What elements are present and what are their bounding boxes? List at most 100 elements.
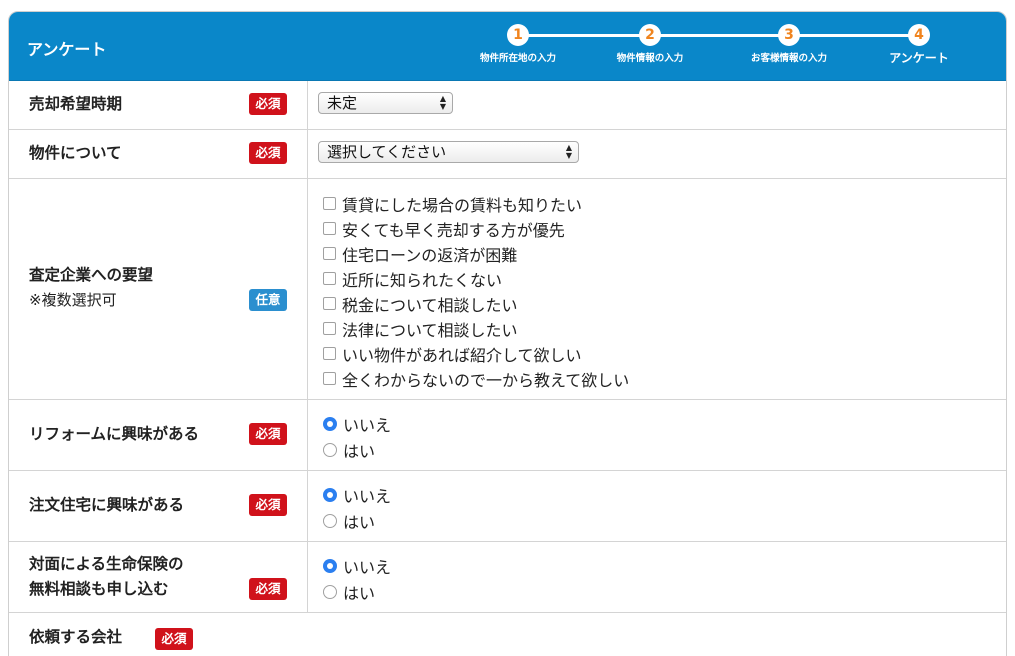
row-requests: 査定企業への要望 ※複数選択可 任意 賃貸にした場合の賃料も知りたい 安くても早… <box>9 179 1006 400</box>
request-option-label: 全くわからないので一から教えて欲しい <box>342 370 630 390</box>
checkbox[interactable] <box>323 297 336 310</box>
sale-timing-label: 売却希望時期 <box>29 95 123 113</box>
row-sale-timing: 売却希望時期 必須 未定 ▲ ▼ <box>9 81 1006 130</box>
property-label: 物件について <box>29 144 122 162</box>
request-option-label: 近所に知られたくない <box>342 270 503 290</box>
reform-label: リフォームに興味がある <box>29 425 200 443</box>
sale-timing-selected-value: 未定 <box>327 94 358 112</box>
reform-radio-group: いいえ はい <box>323 411 391 463</box>
requests-label-main: 査定企業への要望 <box>29 266 154 284</box>
radio-option-yes[interactable]: はい <box>323 579 391 605</box>
request-option-label: 賃貸にした場合の賃料も知りたい <box>342 195 583 215</box>
required-badge: 必須 <box>155 628 193 650</box>
step-2: 2 物件情報の入力 <box>590 24 710 64</box>
required-badge: 必須 <box>249 578 287 600</box>
radio-button[interactable] <box>323 488 337 502</box>
radio-label: はい <box>343 442 376 461</box>
form-header: アンケート 1 物件所在地の入力 2 物件情報の入力 3 お客様情報の入力 4 … <box>9 12 1006 81</box>
row-label-cell: 対面による生命保険の 無料相談も申し込む 必須 <box>9 542 308 612</box>
checkbox[interactable] <box>323 372 336 385</box>
radio-label: いいえ <box>343 416 392 435</box>
checkbox[interactable] <box>323 197 336 210</box>
required-badge: 必須 <box>249 423 287 445</box>
step-2-number: 2 <box>639 24 661 46</box>
requests-label: 査定企業への要望 ※複数選択可 <box>29 263 153 313</box>
insurance-radio-group: いいえ はい <box>323 553 391 605</box>
step-3-number: 3 <box>778 24 800 46</box>
request-option-label: 安くても早く売却する方が優先 <box>342 220 565 240</box>
insurance-label-line1: 対面による生命保険の <box>29 555 184 573</box>
row-field-cell: 未定 ▲ ▼ <box>308 81 1006 129</box>
radio-option-no[interactable]: いいえ <box>323 411 391 437</box>
property-select[interactable]: 選択してください ▲ ▼ <box>318 141 579 163</box>
step-1-label: 物件所在地の入力 <box>479 53 556 64</box>
radio-label: いいえ <box>343 487 392 506</box>
radio-option-no[interactable]: いいえ <box>323 553 391 579</box>
required-badge: 必須 <box>249 494 287 516</box>
optional-badge: 任意 <box>249 289 287 311</box>
radio-button[interactable] <box>323 443 337 457</box>
checkbox[interactable] <box>323 272 336 285</box>
sale-timing-select[interactable]: 未定 ▲ ▼ <box>318 92 453 114</box>
radio-button[interactable] <box>323 559 337 573</box>
request-option[interactable]: 安くても早く売却する方が優先 <box>323 216 629 241</box>
radio-button[interactable] <box>323 585 337 599</box>
row-label-cell: 物件について 必須 <box>9 130 308 178</box>
row-field-cell: いいえ はい <box>308 471 1006 541</box>
checkbox[interactable] <box>323 222 336 235</box>
step-3-label: お客様情報の入力 <box>750 53 827 64</box>
radio-label: いいえ <box>343 558 392 577</box>
step-2-label: 物件情報の入力 <box>616 53 684 64</box>
checkbox[interactable] <box>323 347 336 360</box>
progress-steps: 1 物件所在地の入力 2 物件情報の入力 3 お客様情報の入力 4 アンケート <box>9 12 1006 81</box>
request-option-label: 法律について相談したい <box>342 320 518 340</box>
custom-home-radio-group: いいえ はい <box>323 482 391 534</box>
insurance-label-line2: 無料相談も申し込む <box>29 580 169 598</box>
radio-button[interactable] <box>323 514 337 528</box>
step-4-current: 4 アンケート <box>859 24 979 66</box>
requests-checklist: 賃貸にした場合の賃料も知りたい 安くても早く売却する方が優先 住宅ローンの返済が… <box>323 191 629 391</box>
row-field-cell: 賃貸にした場合の賃料も知りたい 安くても早く売却する方が優先 住宅ローンの返済が… <box>308 179 1006 399</box>
request-option[interactable]: 税金について相談したい <box>323 291 629 316</box>
survey-form-panel: アンケート 1 物件所在地の入力 2 物件情報の入力 3 お客様情報の入力 4 … <box>8 11 1007 656</box>
step-3: 3 お客様情報の入力 <box>729 24 849 64</box>
step-4-label: アンケート <box>889 51 949 65</box>
row-label-cell: 注文住宅に興味がある 必須 <box>9 471 308 541</box>
insurance-label: 対面による生命保険の 無料相談も申し込む <box>29 552 184 602</box>
request-option[interactable]: 法律について相談したい <box>323 316 629 341</box>
row-label-cell: 査定企業への要望 ※複数選択可 任意 <box>9 179 308 399</box>
row-reform: リフォームに興味がある 必須 いいえ はい <box>9 400 1006 471</box>
checkbox[interactable] <box>323 322 336 335</box>
radio-option-yes[interactable]: はい <box>323 508 391 534</box>
row-field-cell: いいえ はい <box>308 542 1006 612</box>
checkbox[interactable] <box>323 247 336 260</box>
row-label-cell: リフォームに興味がある 必須 <box>9 400 308 470</box>
request-option[interactable]: 賃貸にした場合の賃料も知りたい <box>323 191 629 216</box>
radio-label: はい <box>343 584 376 603</box>
radio-label: はい <box>343 513 376 532</box>
select-arrows-icon: ▲ ▼ <box>565 143 572 160</box>
row-company: 依頼する会社 必須 <box>9 613 1006 656</box>
request-option[interactable]: いい物件があれば紹介して欲しい <box>323 341 629 366</box>
radio-button[interactable] <box>323 417 337 431</box>
request-option-label: いい物件があれば紹介して欲しい <box>342 345 582 365</box>
request-option[interactable]: 住宅ローンの返済が困難 <box>323 241 629 266</box>
required-badge: 必須 <box>249 142 287 164</box>
request-option-label: 税金について相談したい <box>342 295 518 315</box>
company-label: 依頼する会社 <box>29 628 123 646</box>
requests-label-sub: ※複数選択可 <box>29 291 117 309</box>
row-custom-home: 注文住宅に興味がある 必須 いいえ はい <box>9 471 1006 542</box>
request-option[interactable]: 全くわからないので一から教えて欲しい <box>323 366 629 391</box>
select-arrows-icon: ▲ ▼ <box>439 94 446 111</box>
row-field-cell: いいえ はい <box>308 400 1006 470</box>
request-option[interactable]: 近所に知られたくない <box>323 266 629 291</box>
property-selected-value: 選択してください <box>327 143 447 161</box>
required-badge: 必須 <box>249 93 287 115</box>
row-insurance: 対面による生命保険の 無料相談も申し込む 必須 いいえ はい <box>9 542 1006 613</box>
radio-option-yes[interactable]: はい <box>323 437 391 463</box>
step-1-number: 1 <box>507 24 529 46</box>
radio-option-no[interactable]: いいえ <box>323 482 391 508</box>
custom-home-label: 注文住宅に興味がある <box>29 496 185 514</box>
step-4-number: 4 <box>908 24 930 46</box>
row-label-cell: 売却希望時期 必須 <box>9 81 308 129</box>
